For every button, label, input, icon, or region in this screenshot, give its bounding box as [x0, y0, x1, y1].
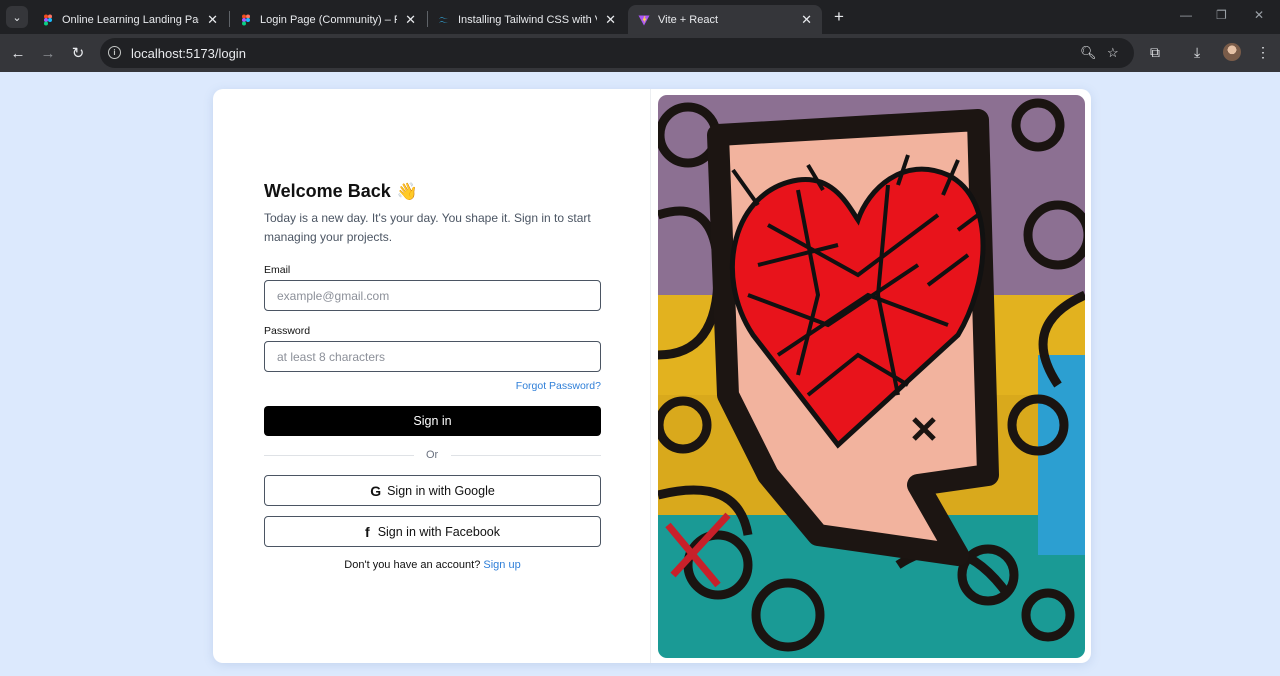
browser-tab-strip: ⌄ Online Learning Landing Page ( ✕ Login… [0, 0, 1280, 34]
tab-title: Login Page (Community) – Figm [260, 13, 397, 26]
no-account-text: Don't you have an account? [344, 559, 481, 571]
tab-title: Online Learning Landing Page ( [62, 13, 199, 26]
browser-toolbar: ← → ↻ i localhost:5173/login 🔍︎ ☆ ⧉ ⤓ ⋮ [0, 34, 1280, 72]
signup-prompt: Don't you have an account? Sign up [213, 559, 652, 571]
back-arrow-icon[interactable]: ← [8, 43, 28, 63]
close-icon[interactable]: ✕ [405, 12, 416, 28]
email-label: Email [264, 264, 291, 276]
google-sign-in-button[interactable]: G Sign in with Google [264, 475, 601, 506]
profile-avatar[interactable] [1223, 43, 1241, 61]
address-url[interactable]: localhost:5173/login [131, 46, 246, 61]
page-title: Welcome Back 👋 [264, 181, 418, 202]
address-bar[interactable]: i localhost:5173/login 🔍︎ ☆ [100, 38, 1134, 68]
google-icon: G [370, 482, 382, 499]
restore-icon[interactable]: ❐ [1216, 8, 1227, 22]
close-icon[interactable]: ✕ [801, 12, 812, 28]
bookmark-star-icon[interactable]: ☆ [1107, 45, 1119, 61]
extensions-puzzle-icon[interactable]: ⧉ [1150, 44, 1160, 61]
graffiti-heart-artwork [658, 95, 1085, 658]
email-field[interactable] [264, 280, 601, 311]
google-sign-in-label: Sign in with Google [387, 483, 495, 498]
divider-right [451, 455, 601, 456]
downloads-icon[interactable]: ⤓ [1194, 44, 1200, 61]
browser-tab-active[interactable]: Vite + React ✕ [628, 5, 822, 34]
forgot-password-link[interactable]: Forgot Password? [516, 380, 601, 392]
facebook-sign-in-label: Sign in with Facebook [377, 524, 500, 539]
password-label: Password [264, 325, 311, 337]
minimize-icon[interactable]: — [1180, 8, 1192, 22]
close-icon[interactable]: ✕ [605, 12, 616, 28]
browser-tab[interactable]: Online Learning Landing Page ( ✕ [32, 5, 228, 34]
sign-in-button[interactable]: Sign in [264, 406, 601, 436]
figma-icon [44, 14, 52, 25]
tab-title: Installing Tailwind CSS with Vite [458, 13, 597, 26]
sign-up-link[interactable]: Sign up [483, 559, 520, 571]
tab-title: Vite + React [658, 13, 719, 26]
browser-tab[interactable]: Login Page (Community) – Figm ✕ [230, 5, 426, 34]
browser-tab[interactable]: Installing Tailwind CSS with Vite ✕ [428, 5, 626, 34]
or-separator-text: Or [426, 449, 439, 461]
window-close-icon[interactable]: ✕ [1254, 8, 1264, 22]
new-tab-plus-icon[interactable]: + [830, 6, 848, 28]
vite-icon [638, 15, 650, 25]
tailwind-icon [439, 16, 449, 23]
facebook-icon: f [365, 523, 370, 540]
site-info-icon[interactable]: i [108, 46, 121, 59]
tab-search-chevron-icon[interactable]: ⌄ [6, 6, 28, 28]
password-field[interactable] [264, 341, 601, 372]
menu-kebab-icon[interactable]: ⋮ [1256, 44, 1270, 61]
facebook-sign-in-button[interactable]: f Sign in with Facebook [264, 516, 601, 547]
zoom-magnifier-icon[interactable]: 🔍︎ [1080, 45, 1097, 61]
waving-hand-icon: 👋 [396, 181, 418, 201]
figma-icon [242, 14, 250, 25]
close-icon[interactable]: ✕ [207, 12, 218, 28]
divider-left [264, 455, 414, 456]
card-divider [650, 89, 651, 663]
login-card: Welcome Back 👋 Today is a new day. It's … [213, 89, 1091, 663]
welcome-heading: Welcome Back [264, 181, 391, 201]
reload-icon[interactable]: ↻ [68, 43, 88, 63]
welcome-subtitle: Today is a new day. It's your day. You s… [264, 211, 591, 244]
forward-arrow-icon[interactable]: → [38, 43, 58, 63]
